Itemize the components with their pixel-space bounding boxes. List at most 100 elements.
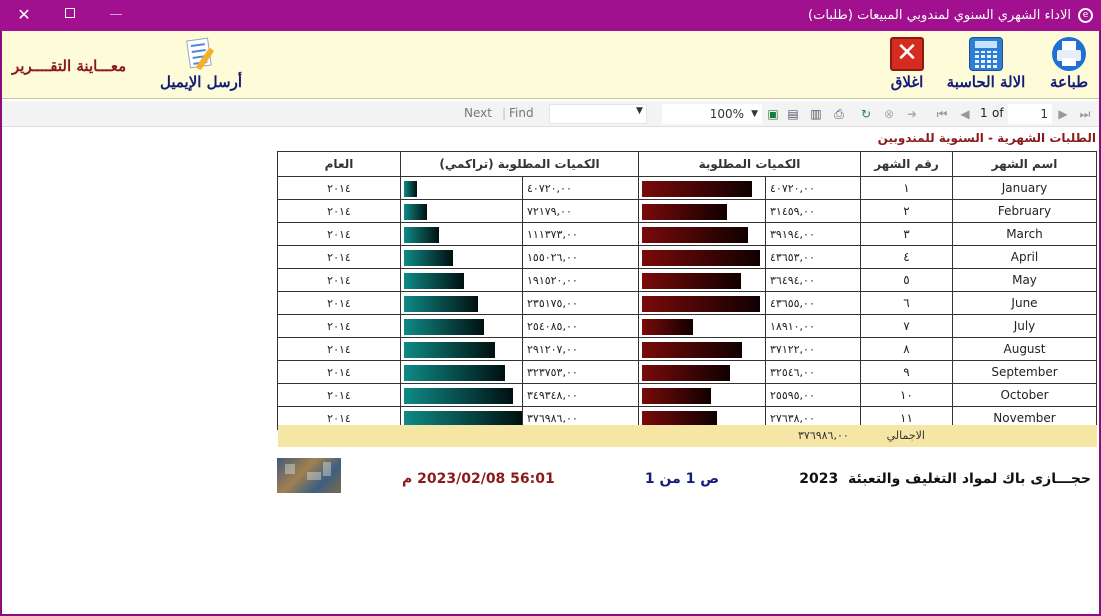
monthly-orders-table: اسم الشهر رقم الشهر الكميات المطلوبة الك… [277,151,1097,430]
quantity-bar-cell [638,383,766,407]
last-page-icon[interactable]: ⏭ [1077,106,1093,122]
find-link[interactable]: Find [509,106,534,120]
cumulative-value-cell: ٢٣٥١٧٥,٠٠ [522,291,639,315]
month-name-cell: February [952,199,1097,223]
stop-icon[interactable]: ⊗ [881,106,897,122]
table-row: April ٤ ٤٣٦٥٣,٠٠ ١٥٥٠٢٦,٠٠ ٢٠١٤ [277,245,1097,269]
month-name-cell: August [952,337,1097,361]
quantity-bar [642,204,727,220]
quantity-bar [642,365,730,381]
print-button[interactable]: طباعة [1047,37,1091,97]
current-page: 1 [980,106,988,120]
table-row: August ٨ ٣٧١٢٢,٠٠ ٢٩١٢٠٧,٠٠ ٢٠١٤ [277,337,1097,361]
window-close-button[interactable]: ✕ [12,5,36,25]
export-icon[interactable]: ▣ [765,106,781,122]
page-input[interactable]: 1 [1008,104,1052,124]
cumulative-bar [404,227,439,243]
cumulative-bar [404,296,478,312]
refresh-icon[interactable]: ↻ [858,106,874,122]
cumulative-bar [404,204,427,220]
quantity-value-cell: ٣٦٤٩٤,٠٠ [765,268,861,292]
quantity-value-cell: ٣٩١٩٤,٠٠ [765,222,861,246]
window-title: الاداء الشهري السنوي لمندوبي المبيعات (ط… [808,8,1071,23]
cumulative-bar-cell [400,360,523,384]
month-number-cell: ٣ [860,222,953,246]
print-label: طباعة [1049,73,1089,91]
quantity-value-cell: ٣١٤٥٩,٠٠ [765,199,861,223]
cumulative-bar [404,181,417,197]
table-row: May ٥ ٣٦٤٩٤,٠٠ ١٩١٥٢٠,٠٠ ٢٠١٤ [277,268,1097,292]
printer-icon [1052,37,1086,71]
cumulative-bar-cell [400,383,523,407]
quantity-value-cell: ٤٣٦٥٥,٠٠ [765,291,861,315]
month-name-cell: June [952,291,1097,315]
window-maximize-button[interactable] [58,5,82,25]
find-input[interactable] [549,104,647,124]
title-bar: e الاداء الشهري السنوي لمندوبي المبيعات … [0,0,1101,31]
preview-title: معـــاينة التقــــرير [12,57,127,75]
year-cell: ٢٠١٤ [277,245,401,269]
month-number-cell: ٩ [860,360,953,384]
cumulative-bar-cell [400,268,523,292]
totals-row: الاجمالي ٣٧٦٩٨٦,٠٠ [278,425,1097,447]
month-number-cell: ١٠ [860,383,953,407]
ribbon-toolbar: طباعة الالة الحاسبة ✕ اغلاق أرسل الإيميل… [2,31,1099,99]
quantity-value-cell: ٣٧١٢٢,٠٠ [765,337,861,361]
year-cell: ٢٠١٤ [277,337,401,361]
cumulative-bar [404,342,495,358]
print-icon[interactable]: ⎙ [831,106,847,122]
year-cell: ٢٠١٤ [277,176,401,200]
cumulative-value-cell: ٢٩١٢٠٧,٠٠ [522,337,639,361]
close-report-button[interactable]: ✕ اغلاق [885,37,929,97]
month-number-cell: ٧ [860,314,953,338]
header-quantity: الكميات المطلوبة [638,151,861,177]
next-page-icon[interactable]: ▶ [1055,106,1071,122]
report-title: الطلبات الشهرية - السنوية للمندوبين [877,131,1096,145]
quantity-bar-cell [638,360,766,384]
email-label: أرسل الإيميل [159,73,242,91]
month-number-cell: ٦ [860,291,953,315]
month-name-cell: September [952,360,1097,384]
back-icon[interactable]: ➜ [904,106,920,122]
quantity-bar [642,319,693,335]
table-row: July ٧ ١٨٩١٠,٠٠ ٢٥٤٠٨٥,٠٠ ٢٠١٤ [277,314,1097,338]
quantity-bar-cell [638,176,766,200]
window-minimize-button[interactable]: — [104,5,128,25]
report-window: طباعة الالة الحاسبة ✕ اغلاق أرسل الإيميل… [2,31,1099,614]
header-month-number: رقم الشهر [860,151,953,177]
previous-page-icon[interactable]: ◀ [957,106,973,122]
month-name-cell: April [952,245,1097,269]
send-email-button[interactable]: أرسل الإيميل [160,37,242,97]
document-map-icon[interactable]: ▤ [785,106,801,122]
month-name-cell: March [952,222,1097,246]
cumulative-bar [404,388,513,404]
table-row: October ١٠ ٢٥٥٩٥,٠٠ ٣٤٩٣٤٨,٠٠ ٢٠١٤ [277,383,1097,407]
calculator-button[interactable]: الالة الحاسبة [945,37,1027,97]
quantity-bar [642,388,711,404]
close-icon: ✕ [890,37,924,71]
cumulative-bar [404,319,484,335]
totals-value: ٣٧٦٩٨٦,٠٠ [798,429,849,442]
quantity-bar [642,250,760,266]
table-header-row: اسم الشهر رقم الشهر الكميات المطلوبة الك… [277,151,1097,177]
zoom-select[interactable]: 100% ▼ [662,104,762,124]
find-next-link[interactable]: Next [464,106,492,120]
header-quantity-cumulative: الكميات المطلوبة (تراكمي) [400,151,639,177]
year-cell: ٢٠١٤ [277,360,401,384]
page-of-label: of [992,106,1004,120]
quantity-value-cell: ٤٣٦٥٣,٠٠ [765,245,861,269]
footer-year: 2023 [799,471,839,487]
quantity-bar-cell [638,268,766,292]
cumulative-value-cell: ٧٢١٧٩,٠٠ [522,199,639,223]
app-icon: e [1078,8,1093,23]
close-label: اغلاق [890,73,924,91]
month-name-cell: May [952,268,1097,292]
first-page-icon[interactable]: ⏮ [934,106,950,122]
quantity-value-cell: ٢٥٥٩٥,٠٠ [765,383,861,407]
page-setup-icon[interactable]: ▥ [808,106,824,122]
maximize-icon [65,8,75,18]
find-dropdown-icon[interactable]: ▼ [636,106,643,116]
month-number-cell: ٥ [860,268,953,292]
month-name-cell: October [952,383,1097,407]
calculator-icon [969,37,1003,71]
